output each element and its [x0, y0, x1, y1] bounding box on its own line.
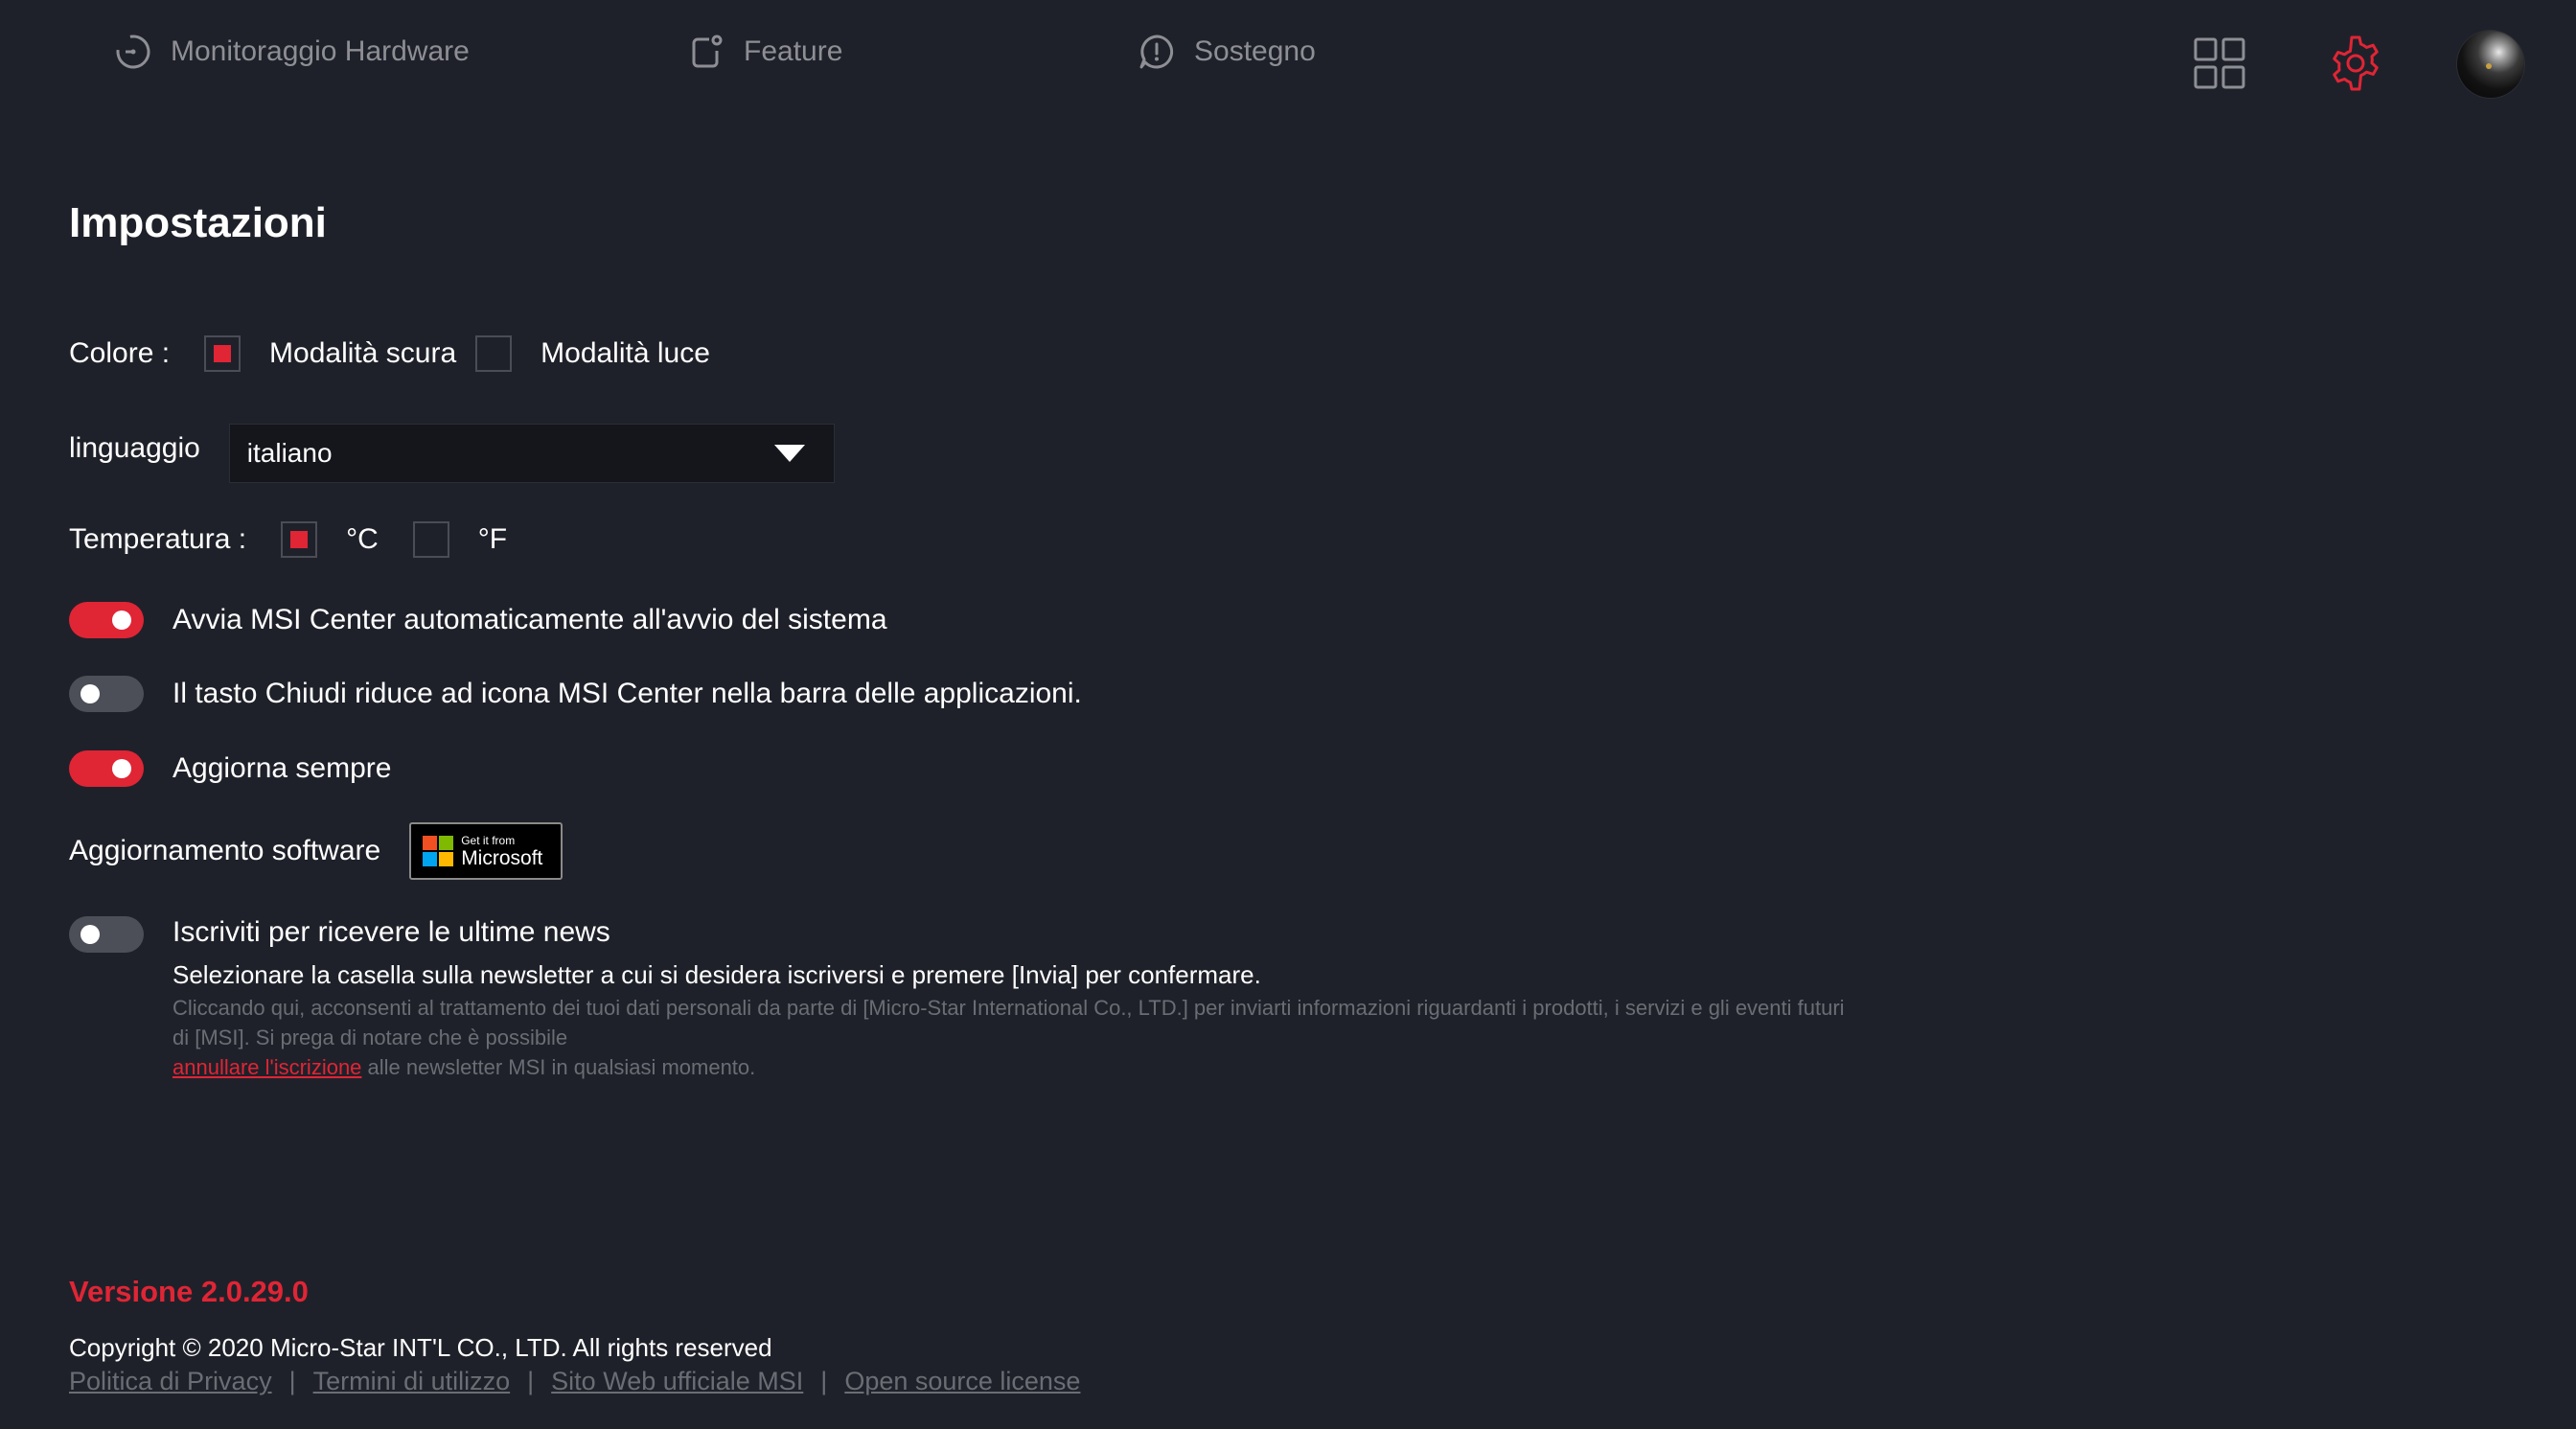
microsoft-store-button[interactable]: Get it from Microsoft [409, 822, 564, 880]
newsletter-consent-end: alle newsletter MSI in qualsiasi momento… [361, 1055, 756, 1079]
color-label: Colore : [69, 337, 171, 369]
toggle-knob [80, 684, 100, 703]
chevron-down-icon [773, 445, 805, 462]
nav-hardware-monitoring[interactable]: Monitoraggio Hardware [113, 25, 470, 79]
footer-separator: | [527, 1367, 535, 1395]
copyright-text: Copyright © 2020 Micro-Star INT'L CO., L… [69, 1333, 772, 1362]
dark-mode-label: Modalità scura [269, 337, 457, 369]
gauge-icon [116, 35, 150, 69]
top-navigation: Monitoraggio Hardware Feature Sostegno [0, 0, 2576, 105]
nav-support[interactable]: Sostegno [1137, 25, 1316, 79]
light-mode-label: Modalità luce [540, 337, 710, 369]
always-update-toggle[interactable] [69, 750, 144, 787]
support-icon [1139, 35, 1174, 69]
newsletter-label: Iscriviti per ricevere le ultime news [172, 916, 610, 948]
minimize-to-tray-label: Il tasto Chiudi riduce ad icona MSI Cent… [172, 678, 1082, 709]
unsubscribe-link[interactable]: annullare l'iscrizione [172, 1055, 361, 1079]
page-title: Impostazioni [69, 199, 327, 246]
autostart-toggle[interactable] [69, 602, 144, 638]
newsletter-row: Iscriviti per ricevere le ultime news [69, 916, 610, 955]
light-mode-checkbox[interactable] [475, 335, 513, 372]
newsletter-fine-print: Cliccando qui, acconsenti al trattamento… [172, 993, 1859, 1082]
celsius-checkbox[interactable] [281, 521, 318, 558]
language-selected-value: italiano [246, 438, 333, 468]
fahrenheit-checkbox[interactable] [412, 521, 449, 558]
footer-links: Politica di Privacy | Termini di utilizz… [69, 1367, 1080, 1396]
newsletter-subtitle: Selezionare la casella sulla newsletter … [172, 960, 1261, 989]
settings-gear-icon [2333, 35, 2379, 91]
always-update-label: Aggiorna sempre [172, 752, 392, 784]
footer-separator: | [820, 1367, 828, 1395]
toggle-knob [80, 925, 100, 944]
dark-mode-checkbox[interactable] [204, 335, 242, 372]
footer-separator: | [288, 1367, 296, 1395]
newsletter-toggle[interactable] [69, 916, 144, 953]
nav-feature-label: Feature [744, 35, 843, 67]
minimize-to-tray-toggle[interactable] [69, 676, 144, 712]
toggle-knob [112, 611, 131, 630]
nav-feature[interactable]: Feature [686, 25, 842, 79]
version-label: Versione 2.0.29.0 [69, 1275, 309, 1308]
store-badge-big-text: Microsoft [461, 846, 543, 869]
msi-website-link[interactable]: Sito Web ufficiale MSI [551, 1367, 803, 1396]
software-update-label: Aggiornamento software [69, 835, 381, 866]
apps-grid-button[interactable] [2187, 31, 2252, 96]
settings-window: Monitoraggio Hardware Feature Sostegno I… [0, 0, 2576, 1429]
feature-icon [692, 35, 723, 68]
minimize-to-tray-row: Il tasto Chiudi riduce ad icona MSI Cent… [69, 675, 1082, 713]
color-mode-row: Colore : Modalità scura Modalità luce [69, 332, 710, 376]
newsletter-description: Selezionare la casella sulla newsletter … [172, 958, 1859, 1082]
newsletter-consent-text: Cliccando qui, acconsenti al trattamento… [172, 996, 1845, 1049]
privacy-policy-link[interactable]: Politica di Privacy [69, 1367, 272, 1396]
always-update-row: Aggiorna sempre [69, 749, 391, 788]
toggle-knob [112, 759, 131, 778]
language-label: linguaggio [69, 432, 200, 464]
software-update-row: Aggiornamento software Get it from Micro… [69, 822, 564, 880]
autostart-row: Avvia MSI Center automaticamente all'avv… [69, 601, 887, 639]
fahrenheit-label: °F [477, 523, 508, 555]
language-row: linguaggio italiano [69, 424, 835, 483]
temperature-label: Temperatura : [69, 523, 247, 555]
language-select[interactable]: italiano [228, 424, 835, 483]
nav-support-label: Sostegno [1194, 35, 1316, 67]
open-source-license-link[interactable]: Open source license [844, 1367, 1080, 1396]
apps-grid-icon [2194, 37, 2245, 89]
settings-button[interactable] [2323, 31, 2388, 96]
nav-hardware-monitoring-label: Monitoraggio Hardware [171, 35, 470, 67]
store-badge-small-text: Get it from [461, 833, 516, 847]
terms-of-use-link[interactable]: Termini di utilizzo [313, 1367, 511, 1396]
autostart-label: Avvia MSI Center automaticamente all'avv… [172, 604, 887, 635]
microsoft-logo-icon [423, 836, 454, 866]
user-avatar[interactable] [2457, 31, 2524, 98]
temperature-row: Temperatura : °C °F [69, 519, 507, 560]
celsius-label: °C [346, 523, 379, 555]
